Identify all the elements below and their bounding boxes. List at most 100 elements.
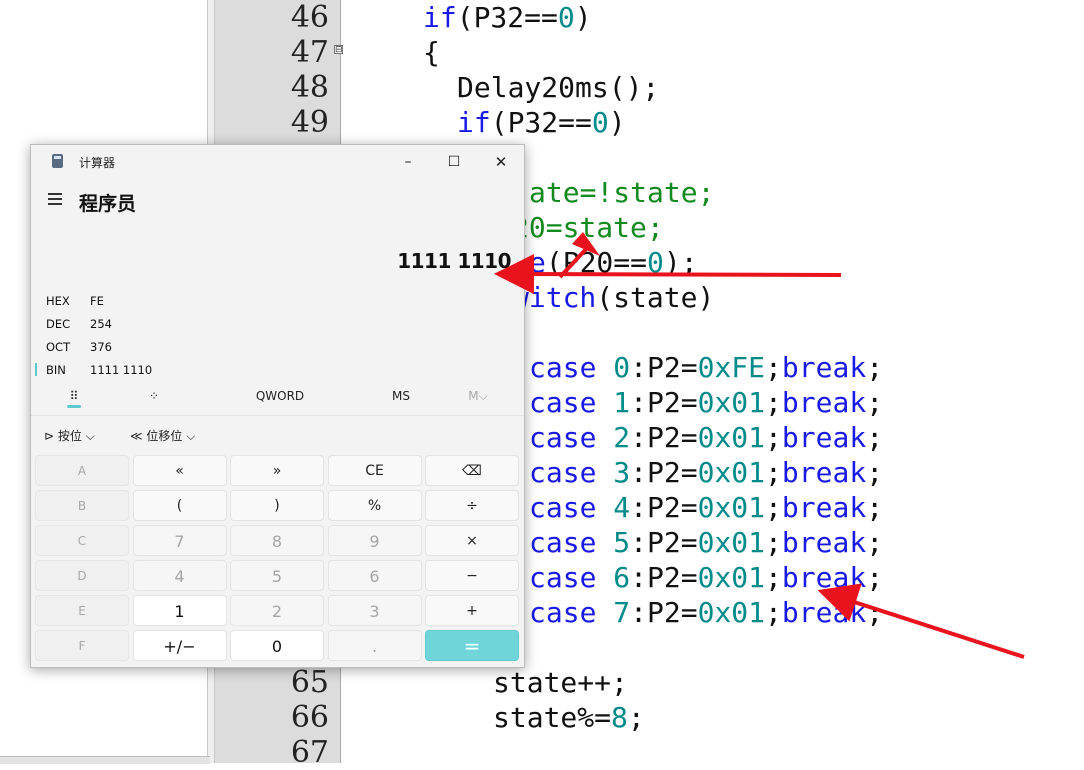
shift-icon: ≪ bbox=[130, 429, 147, 443]
close-button[interactable]: ✕ bbox=[478, 145, 524, 179]
code-keyword: break bbox=[781, 421, 867, 454]
key-r2c4[interactable]: × bbox=[425, 525, 519, 556]
code-line-54[interactable]: witch(state) bbox=[512, 280, 714, 315]
tool-row: ⠿ ⁘ QWORD MS M⌵ bbox=[31, 381, 524, 413]
key-r1c3[interactable]: % bbox=[327, 490, 422, 521]
memory-view-button[interactable]: M⌵ bbox=[458, 381, 498, 413]
key-r5c4[interactable]: = bbox=[425, 630, 519, 661]
key-r4c4[interactable]: + bbox=[425, 595, 519, 626]
key-hex-f[interactable]: F bbox=[35, 630, 129, 661]
word-size-button[interactable]: QWORD bbox=[245, 381, 315, 413]
hamburger-menu-icon[interactable] bbox=[48, 193, 62, 205]
case-line[interactable]: case 3:P2=0x01;break; bbox=[529, 455, 883, 490]
radix-row-dec[interactable]: DEC 254 bbox=[31, 313, 524, 335]
code-keyword: break bbox=[781, 561, 867, 594]
code-text: :P2= bbox=[630, 456, 698, 489]
case-line[interactable]: case 1:P2=0x01;break; bbox=[529, 385, 883, 420]
key-hex-e[interactable]: E bbox=[35, 595, 129, 626]
code-text: ; bbox=[765, 526, 782, 559]
radix-row-oct[interactable]: OCT 376 bbox=[31, 336, 524, 358]
bit-toggle-keypad-icon[interactable]: ⁘ bbox=[139, 381, 169, 413]
line-number: 66 bbox=[290, 700, 329, 735]
code-text: ; bbox=[866, 596, 884, 629]
title-bar[interactable]: 计算器 – ☐ ✕ bbox=[31, 145, 524, 179]
fold-toggle-icon[interactable]: ⊟ bbox=[334, 45, 343, 55]
code-keyword: break bbox=[781, 526, 867, 559]
line-number: 48 bbox=[290, 70, 329, 105]
code-text: :P2= bbox=[630, 351, 698, 384]
key-r5c1[interactable]: +/− bbox=[132, 630, 227, 661]
bitwise-dropdown[interactable]: ⊳ 按位 ⌵ bbox=[44, 427, 95, 444]
key-r0c1[interactable]: « bbox=[132, 455, 227, 486]
case-line[interactable]: case 6:P2=0x01;break; bbox=[529, 560, 883, 595]
key-r3c1[interactable]: 4 bbox=[132, 560, 227, 591]
key-hex-a[interactable]: A bbox=[35, 455, 129, 486]
key-hex-d[interactable]: D bbox=[35, 560, 129, 591]
code-text: ) bbox=[608, 106, 626, 139]
code-text: (state) bbox=[596, 281, 715, 314]
key-r0c2[interactable]: » bbox=[230, 455, 324, 486]
key-r4c2[interactable]: 2 bbox=[230, 595, 324, 626]
key-r1c2[interactable]: ) bbox=[230, 490, 324, 521]
key-r3c4[interactable]: − bbox=[425, 560, 519, 591]
case-line[interactable]: case 4:P2=0x01;break; bbox=[529, 490, 883, 525]
bitshift-dropdown[interactable]: ≪ 位移位 ⌵ bbox=[130, 427, 195, 444]
case-line[interactable]: case 2:P2=0x01;break; bbox=[529, 420, 883, 455]
code-line-51[interactable]: ate=!state; bbox=[529, 175, 714, 210]
code-number: 0x01 bbox=[697, 596, 766, 629]
key-r2c2[interactable]: 8 bbox=[230, 525, 324, 556]
selected-indicator bbox=[35, 363, 37, 376]
code-line-48[interactable]: Delay20ms(); bbox=[457, 70, 659, 105]
code-keyword: case bbox=[529, 456, 597, 489]
key-hex-c[interactable]: C bbox=[35, 525, 129, 556]
minimize-button[interactable]: – bbox=[385, 145, 431, 179]
key-r0c3[interactable]: CE bbox=[327, 455, 422, 486]
code-line-46[interactable]: if(P32==0) bbox=[423, 0, 592, 35]
case-line[interactable]: case 7:P2=0x01;break; bbox=[529, 595, 883, 630]
code-line-47[interactable]: { bbox=[423, 35, 440, 70]
code-line-53[interactable]: e(P20==0); bbox=[529, 245, 698, 280]
key-r1c1[interactable]: ( bbox=[132, 490, 227, 521]
code-text: ; bbox=[866, 351, 884, 384]
code-number: 0 bbox=[591, 106, 609, 139]
case-line[interactable]: case 5:P2=0x01;break; bbox=[529, 525, 883, 560]
line-number: 47 bbox=[290, 35, 329, 70]
code-text: ); bbox=[663, 246, 698, 279]
code-keyword: break bbox=[781, 386, 867, 419]
key-r3c3[interactable]: 6 bbox=[327, 560, 422, 591]
key-r3c2[interactable]: 5 bbox=[230, 560, 324, 591]
memory-store-button[interactable]: MS bbox=[376, 381, 426, 413]
key-hex-b[interactable]: B bbox=[35, 490, 129, 521]
code-number: 0 bbox=[613, 351, 631, 384]
key-r0c4[interactable]: ⌫ bbox=[425, 455, 519, 486]
radix-row-bin[interactable]: BIN 1111 1110 bbox=[31, 359, 524, 381]
line-number: 46 bbox=[290, 0, 329, 35]
case-line[interactable]: case 0:P2=0xFE;break; bbox=[529, 350, 883, 385]
key-r4c3[interactable]: 3 bbox=[327, 595, 422, 626]
radix-label: BIN bbox=[46, 363, 66, 377]
calculator-window[interactable]: 计算器 – ☐ ✕ 程序员 1111 1110 HEX FE DEC 254 O… bbox=[30, 144, 525, 668]
code-line-52[interactable]: 20=state; bbox=[512, 210, 664, 245]
full-keypad-icon[interactable]: ⠿ bbox=[59, 381, 89, 413]
key-r5c2[interactable]: 0 bbox=[230, 630, 324, 661]
result-display: 1111 1110 bbox=[397, 249, 511, 273]
code-line-49[interactable]: if(P32==0) bbox=[457, 105, 626, 140]
key-r2c3[interactable]: 9 bbox=[327, 525, 422, 556]
maximize-button[interactable]: ☐ bbox=[431, 145, 477, 179]
code-line-66[interactable]: state%=8; bbox=[493, 700, 645, 735]
radix-value: 1111 1110 bbox=[90, 363, 153, 377]
key-r2c1[interactable]: 7 bbox=[132, 525, 227, 556]
code-text: :P2= bbox=[630, 421, 698, 454]
key-r4c1[interactable]: 1 bbox=[132, 595, 227, 626]
radix-label: DEC bbox=[46, 317, 71, 331]
key-r1c4[interactable]: ÷ bbox=[425, 490, 519, 521]
code-number: 0x01 bbox=[697, 561, 766, 594]
radix-row-hex[interactable]: HEX FE bbox=[31, 290, 524, 312]
code-number: 6 bbox=[613, 561, 631, 594]
code-line-65[interactable]: state++; bbox=[493, 665, 628, 700]
line-number: 49 bbox=[290, 105, 329, 140]
key-r5c3[interactable]: . bbox=[327, 630, 422, 661]
code-number: 3 bbox=[613, 456, 631, 489]
